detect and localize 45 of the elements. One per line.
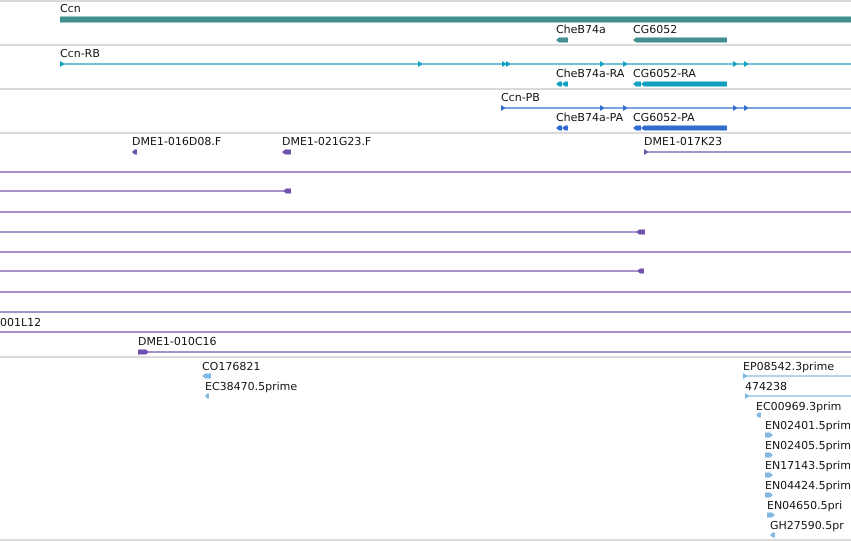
feature-label: CG6052-RA xyxy=(633,67,696,80)
feature-line[interactable] xyxy=(0,211,851,213)
feature-label: CO176821 xyxy=(202,360,260,373)
feature-line[interactable] xyxy=(0,291,851,293)
feature-line[interactable] xyxy=(0,230,645,234)
feature-label: CG6052 xyxy=(633,23,678,36)
feature-label: EN17143.5prim xyxy=(765,459,851,472)
feature-line[interactable] xyxy=(501,105,851,111)
feature-label: EN04424.5prim xyxy=(765,479,851,492)
feature-label: DME1-017K23 xyxy=(644,135,722,148)
feature-line[interactable] xyxy=(644,149,851,155)
feature-line[interactable] xyxy=(0,311,851,313)
feature-line[interactable] xyxy=(0,268,644,274)
feature-label: EN02401.5prim xyxy=(765,419,851,432)
feature-label: Ccn-RB xyxy=(60,47,100,60)
feature-label: EN04650.5pri xyxy=(767,499,842,512)
feature-label: Ccn-PB xyxy=(501,91,540,104)
feature-line[interactable] xyxy=(0,331,851,333)
feature-bar[interactable] xyxy=(556,38,568,42)
feature-bar[interactable] xyxy=(282,150,291,154)
feature-label: EP08542.3prime xyxy=(743,360,834,373)
feature-label: CheB74a xyxy=(556,23,606,36)
feature-label: DME1-010C16 xyxy=(138,335,217,348)
feature-label: CG6052-PA xyxy=(633,111,695,124)
feature-label: Ccn xyxy=(60,2,81,15)
feature-line[interactable] xyxy=(0,171,851,173)
feature-line[interactable] xyxy=(60,61,851,67)
feature-label: EC38470.5prime xyxy=(205,380,298,393)
feature-bar[interactable] xyxy=(556,126,568,130)
feature-bar[interactable] xyxy=(556,82,568,86)
feature-label: CheB74a-RA xyxy=(556,67,624,80)
feature-label: EN02405.5prim xyxy=(765,439,851,452)
feature-label: 001L12 xyxy=(0,316,42,329)
feature-bar[interactable] xyxy=(633,126,727,130)
feature-bar[interactable] xyxy=(633,82,727,86)
feature-label: GH27590.5pr xyxy=(770,519,844,532)
feature-label: 474238 xyxy=(745,380,787,393)
feature-label: DME1-021G23.F xyxy=(282,135,372,148)
feature-bar[interactable] xyxy=(132,150,137,154)
feature-label: CheB74a-PA xyxy=(556,111,624,124)
feature-line[interactable] xyxy=(138,350,851,354)
feature-line[interactable] xyxy=(0,251,851,253)
feature-label: EC00969.3prim xyxy=(756,400,842,413)
feature-label: DME1-016D08.F xyxy=(132,135,222,148)
feature-line[interactable] xyxy=(0,188,291,194)
